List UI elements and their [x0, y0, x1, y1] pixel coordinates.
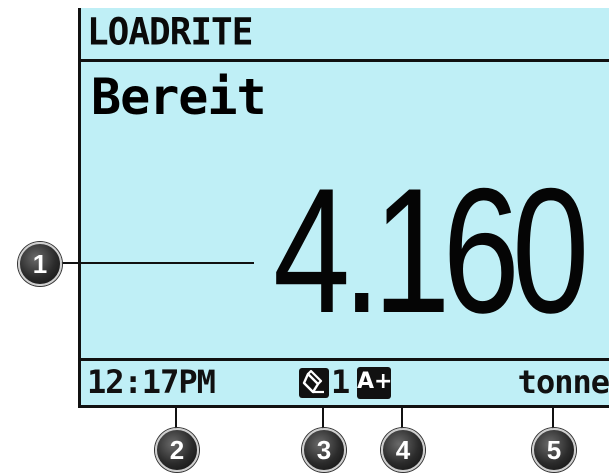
callout-2: 2 [155, 428, 199, 472]
weight-readout: 4.160 [273, 151, 589, 350]
callout-5: 5 [532, 428, 576, 472]
bucket-count: 1 [331, 363, 351, 401]
weight-unit: tonne [517, 363, 609, 401]
leader-line-5 [552, 408, 554, 430]
lcd-header: LOADRITE [81, 8, 609, 62]
callout-4: 4 [381, 428, 425, 472]
leader-line-2 [175, 408, 177, 430]
lcd-status-bar: 12:17PM 1 A+ tonne [81, 358, 609, 405]
leader-line-3 [322, 408, 324, 430]
lcd-screen: LOADRITE Bereit 4.160 12:17PM 1 A+ tonne [78, 8, 609, 408]
brand-title: LOADRITE [87, 10, 253, 55]
bucket-icon [299, 368, 329, 398]
leader-line-4 [401, 408, 403, 430]
auto-add-icon: A+ [357, 367, 393, 399]
callout-1: 1 [18, 242, 62, 286]
figure: LOADRITE Bereit 4.160 12:17PM 1 A+ tonne [0, 0, 609, 474]
clock: 12:17PM [87, 363, 216, 401]
mode-label: A+ [357, 369, 393, 394]
leader-line-1 [58, 262, 254, 264]
callout-3: 3 [302, 428, 346, 472]
status-message: Bereit [91, 68, 267, 126]
